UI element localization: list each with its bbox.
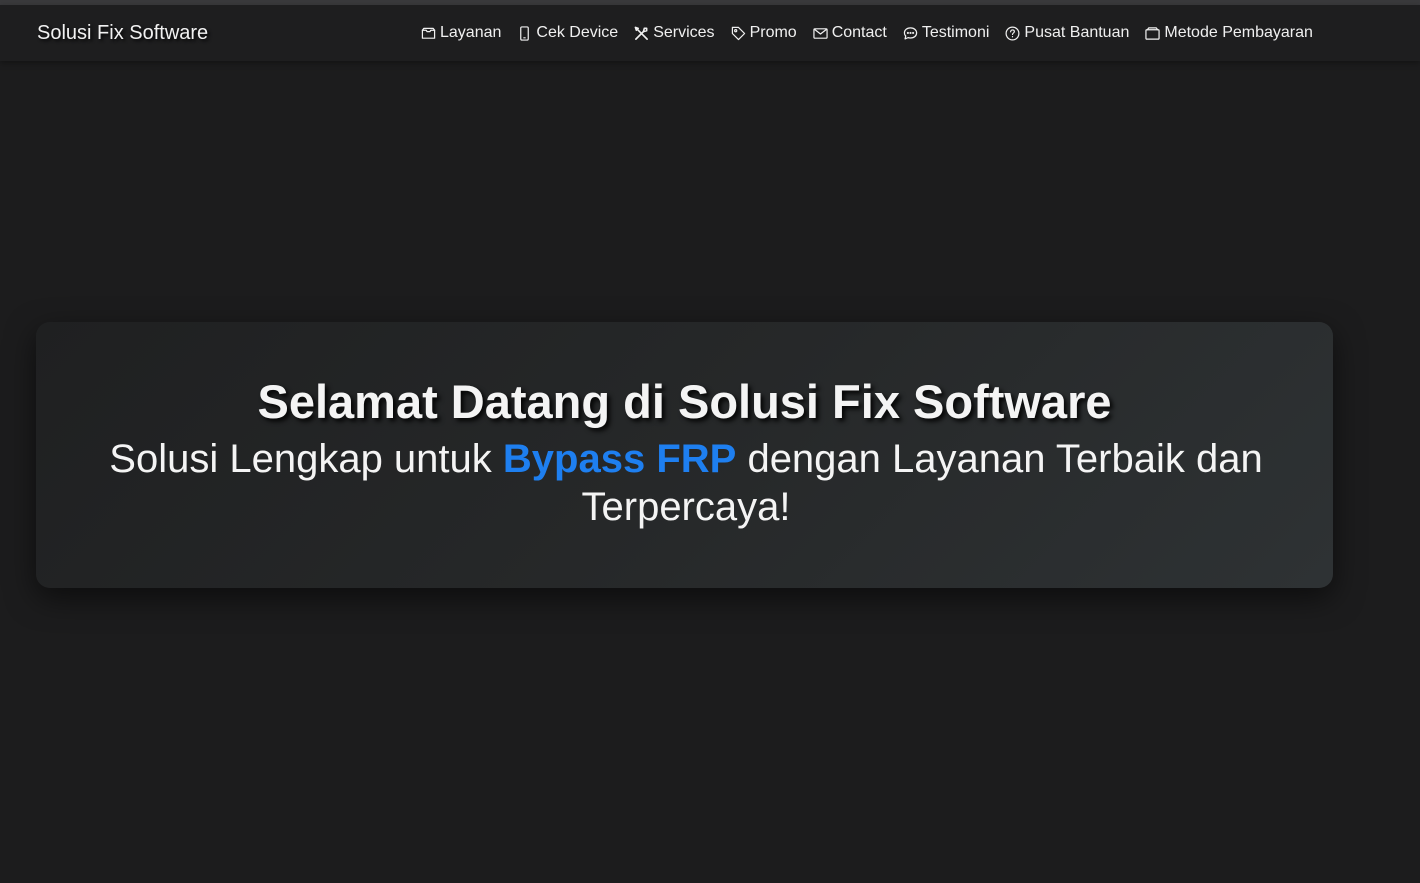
hero-title: Selamat Datang di Solusi Fix Software xyxy=(257,375,1112,428)
envelope-icon xyxy=(813,27,828,39)
nav-item-label: Metode Pembayaran xyxy=(1164,24,1313,41)
nav-item-metode-pembayaran[interactable]: Metode Pembayaran xyxy=(1145,24,1313,42)
nav-item-label: Pusat Bantuan xyxy=(1024,24,1130,41)
hero-subtitle-text: Solusi Lengkap untuk xyxy=(109,437,503,481)
nav-item-promo[interactable]: Promo xyxy=(731,24,797,42)
phone-icon xyxy=(520,25,530,41)
nav-item-services[interactable]: Services xyxy=(634,24,715,42)
tag-icon xyxy=(731,26,745,40)
chat-icon xyxy=(903,26,918,40)
hero-card: Selamat Datang di Solusi Fix Software So… xyxy=(36,322,1333,588)
nav-item-label: Cek Device xyxy=(536,24,619,41)
nav-item-label: Layanan xyxy=(440,24,502,41)
nav-item-layanan[interactable]: Layanan xyxy=(421,24,501,42)
brand-link[interactable]: Solusi Fix Software xyxy=(37,22,208,45)
nav-item-contact[interactable]: Contact xyxy=(813,24,887,42)
nav-item-testimoni[interactable]: Testimoni xyxy=(903,24,990,42)
wallet-icon xyxy=(1145,26,1161,40)
hero-subtitle-highlight: Bypass FRP xyxy=(502,437,737,481)
question-circle-icon xyxy=(1005,26,1020,40)
navbar: Solusi Fix Software Layanan Cek Device S… xyxy=(0,5,1420,61)
nav-item-cek-device[interactable]: Cek Device xyxy=(517,24,618,42)
nav-item-label: Contact xyxy=(831,24,887,41)
inbox-icon xyxy=(421,27,436,39)
nav-links: Layanan Cek Device Services Promo Contac… xyxy=(421,21,1313,45)
nav-item-label: Testimoni xyxy=(921,24,990,41)
hero-subtitle: Solusi Lengkap untuk Bypass FRP dengan L… xyxy=(106,435,1266,531)
tools-icon xyxy=(634,26,649,40)
nav-item-pusat-bantuan[interactable]: Pusat Bantuan xyxy=(1005,24,1129,42)
nav-item-label: Promo xyxy=(749,24,797,41)
nav-item-label: Services xyxy=(653,24,715,41)
